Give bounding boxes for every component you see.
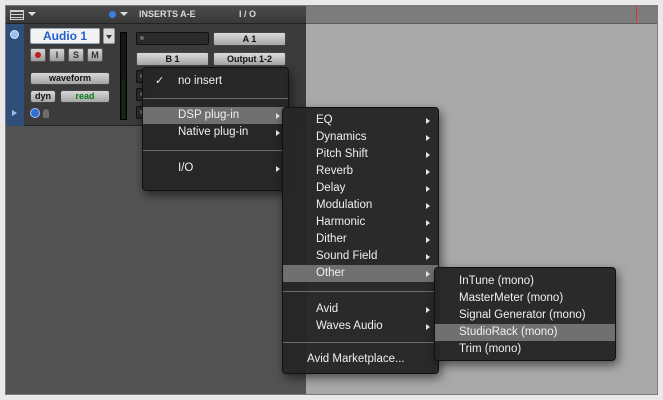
menu-item-label: Avid [316, 303, 339, 315]
menu-item-studiorack[interactable]: StudioRack (mono) [435, 324, 615, 341]
menu-item-label: Avid Marketplace... [307, 353, 405, 365]
menu-item-reverb[interactable]: Reverb [283, 163, 438, 180]
menu-item-intune[interactable]: InTune (mono) [435, 273, 615, 290]
input-monitor-button[interactable]: I [49, 48, 65, 62]
inserts-header: INSERTS A-E [139, 9, 196, 19]
chevron-right-icon [426, 220, 430, 226]
menu-item-label: Dynamics [316, 131, 367, 143]
expand-triangle-icon[interactable] [12, 110, 17, 116]
menu-item-label: DSP plug-in [178, 109, 240, 121]
menu-item-label: Signal Generator (mono) [459, 309, 586, 321]
track-column-header: INSERTS A-E I / O [6, 6, 306, 24]
mute-button[interactable]: M [87, 48, 103, 62]
voice-icon[interactable] [30, 108, 40, 118]
menu-item-label: Waves Audio [316, 320, 383, 332]
chevron-right-icon [426, 186, 430, 192]
menu-item-pitch-shift[interactable]: Pitch Shift [283, 146, 438, 163]
pro-tools-edit-window: INSERTS A-E I / O Audio 1 I S M waveform… [5, 5, 658, 395]
timeline-ruler[interactable] [306, 6, 657, 24]
menu-item-mastermeter[interactable]: MasterMeter (mono) [435, 290, 615, 307]
input-selector[interactable]: A 1 [213, 32, 286, 46]
insert-dot [140, 36, 144, 40]
menu-item-label: Other [316, 267, 345, 279]
chevron-right-icon [426, 203, 430, 209]
chevron-right-icon [426, 169, 430, 175]
menu-item-avid[interactable]: Avid [283, 301, 438, 318]
insert-context-menu: ✓ no insert DSP plug-in Native plug-in I… [142, 67, 289, 191]
menu-item-label: Reverb [316, 165, 354, 177]
chevron-right-icon [276, 130, 280, 136]
menu-item-no-insert[interactable]: ✓ no insert [143, 73, 288, 90]
track-color-strip[interactable] [6, 24, 24, 126]
menu-item-sound-field[interactable]: Sound Field [283, 248, 438, 265]
menu-item-label: Delay [316, 182, 346, 194]
solo-button[interactable]: S [68, 48, 84, 62]
track-name-menu-button[interactable] [103, 28, 115, 44]
view-selector[interactable]: waveform [30, 72, 110, 85]
chevron-right-icon [426, 271, 430, 277]
record-enable-button[interactable] [30, 48, 46, 62]
menu-item-label: Native plug-in [178, 126, 249, 138]
chevron-right-icon [426, 324, 430, 330]
chevron-right-icon [426, 307, 430, 313]
menu-item-avid-marketplace[interactable]: Avid Marketplace... [283, 351, 438, 368]
list-icon[interactable] [10, 10, 24, 20]
menu-item-label: Pitch Shift [316, 148, 368, 160]
menu-item-label: no insert [178, 75, 223, 87]
menu-item-eq[interactable]: EQ [283, 112, 438, 129]
chevron-right-icon [276, 166, 280, 172]
automation-mode-selector[interactable]: read [60, 90, 110, 103]
menu-item-delay[interactable]: Delay [283, 180, 438, 197]
chevron-down-icon[interactable] [28, 12, 36, 16]
person-icon [43, 109, 49, 118]
menu-item-trim[interactable]: Trim (mono) [435, 341, 615, 358]
menu-item-harmonic[interactable]: Harmonic [283, 214, 438, 231]
menu-item-label: MasterMeter (mono) [459, 292, 564, 304]
checkmark-icon: ✓ [155, 75, 165, 87]
menu-item-other[interactable]: Other [283, 265, 438, 282]
other-plugins-submenu: InTune (mono) MasterMeter (mono) Signal … [434, 267, 616, 361]
menu-item-label: Harmonic [316, 216, 366, 228]
blue-dot-icon [109, 11, 116, 18]
chevron-right-icon [426, 135, 430, 141]
chevron-down-icon[interactable] [120, 12, 128, 16]
menu-item-label: I/O [178, 162, 194, 174]
menu-item-label: Sound Field [316, 250, 378, 262]
menu-item-dynamics[interactable]: Dynamics [283, 129, 438, 146]
menu-item-dither[interactable]: Dither [283, 231, 438, 248]
menu-item-label: Trim (mono) [459, 343, 522, 355]
dyn-button[interactable]: dyn [30, 90, 56, 103]
track-name-field[interactable]: Audio 1 [30, 28, 100, 44]
output-selector[interactable]: Output 1-2 [213, 52, 286, 66]
menu-item-signal-generator[interactable]: Signal Generator (mono) [435, 307, 615, 324]
menu-item-label: InTune (mono) [459, 275, 534, 287]
dsp-plugin-submenu: EQ Dynamics Pitch Shift Reverb Delay Mod… [282, 107, 439, 374]
insert-slot-a[interactable] [136, 32, 209, 45]
track-status-icons [30, 108, 52, 120]
menu-separator [283, 291, 438, 292]
chevron-right-icon [426, 237, 430, 243]
menu-item-modulation[interactable]: Modulation [283, 197, 438, 214]
menu-separator [283, 342, 438, 343]
menu-item-label: Modulation [316, 199, 373, 211]
menu-item-dsp-plugin[interactable]: DSP plug-in [143, 107, 288, 124]
track-select-dot[interactable] [10, 30, 19, 39]
menu-item-native-plugin[interactable]: Native plug-in [143, 124, 288, 141]
chevron-right-icon [276, 113, 280, 119]
chevron-right-icon [426, 152, 430, 158]
menu-item-label: EQ [316, 114, 333, 126]
playhead-marker [636, 6, 637, 24]
menu-separator [143, 98, 288, 99]
menu-separator [143, 150, 288, 151]
level-meter [120, 32, 127, 120]
menu-item-io[interactable]: I/O [143, 160, 288, 177]
menu-item-label: StudioRack (mono) [459, 326, 558, 338]
chevron-right-icon [426, 254, 430, 260]
menu-item-label: Dither [316, 233, 347, 245]
io-header: I / O [239, 9, 257, 19]
chevron-right-icon [426, 118, 430, 124]
menu-item-waves-audio[interactable]: Waves Audio [283, 318, 438, 335]
bus-selector[interactable]: B 1 [136, 52, 209, 66]
